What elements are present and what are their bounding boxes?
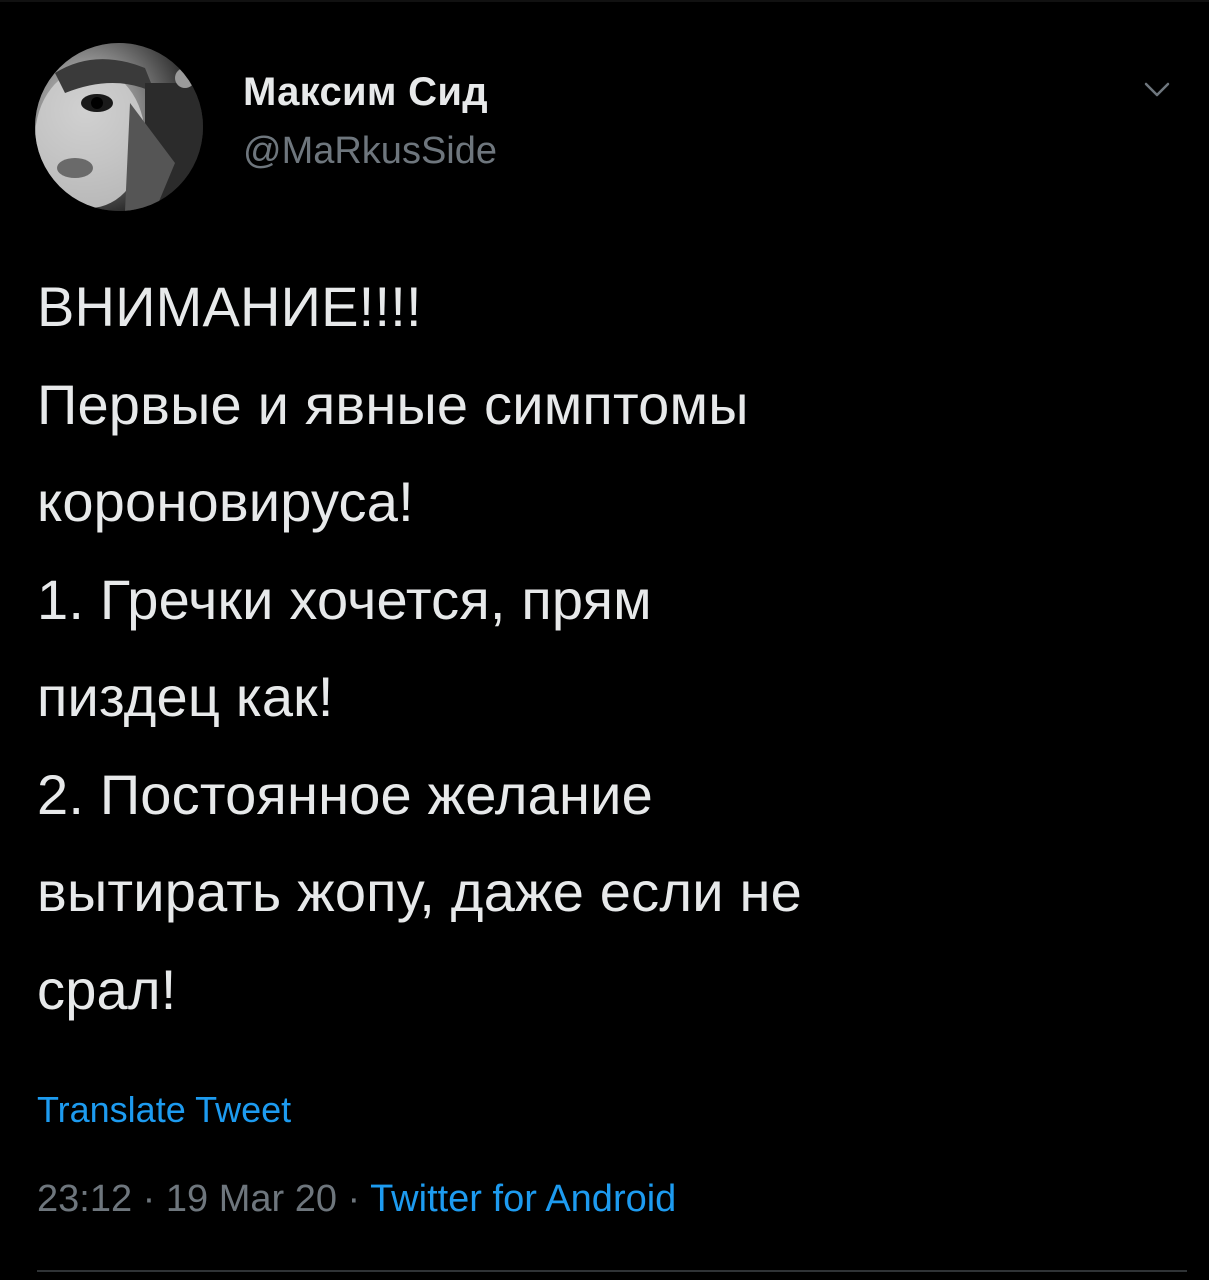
tweet-text-line: ВНИМАНИЕ!!!! (37, 275, 422, 338)
tweet-text-line: вытирать жопу, даже если не (37, 860, 802, 923)
user-handle[interactable]: @MaRkusSide (243, 126, 497, 176)
tweet-time[interactable]: 23:12 (37, 1178, 132, 1220)
translate-tweet-link[interactable]: Translate Tweet (37, 1085, 291, 1135)
meta-separator: · (132, 1178, 166, 1220)
tweet-metadata: 23:12 · 19 Mar 20 · Twitter for Android (37, 1172, 676, 1226)
tweet-text: ВНИМАНИЕ!!!! Первые и явные симптомы кор… (37, 258, 1177, 1038)
display-name[interactable]: Максим Сид (243, 66, 497, 118)
tweet-detail: Максим Сид @MaRkusSide ВНИМАНИЕ!!!! Перв… (0, 0, 1209, 1280)
tweet-text-line: пиздец как! (37, 665, 334, 728)
tweet-text-line: короновируса! (37, 470, 414, 533)
chevron-down-icon[interactable] (1142, 78, 1172, 102)
tweet-source-link[interactable]: Twitter for Android (370, 1178, 676, 1220)
bottom-divider (37, 1270, 1187, 1272)
meta-separator: · (336, 1178, 371, 1220)
avatar[interactable] (35, 43, 203, 211)
author-info[interactable]: Максим Сид @MaRkusSide (243, 66, 497, 176)
tweet-text-line: Первые и явные симптомы (37, 372, 749, 436)
tweet-text-line: 1. Гречки хочется, прям (37, 567, 652, 631)
avatar-photo (35, 43, 203, 211)
tweet-date[interactable]: 19 Mar 20 (166, 1178, 337, 1220)
tweet-text-line: срал! (37, 957, 177, 1021)
tweet-text-line: 2. Постоянное желание (37, 762, 653, 826)
